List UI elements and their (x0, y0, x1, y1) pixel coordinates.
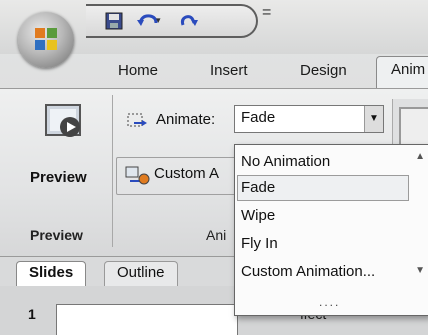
save-icon[interactable] (104, 11, 124, 31)
menu-item-fade[interactable]: Fade (241, 179, 275, 196)
tab-insert[interactable]: Insert (210, 62, 248, 79)
menu-item-custom-animation[interactable]: Custom Animation... (241, 263, 375, 280)
animate-value: Fade (241, 109, 276, 126)
resize-grip[interactable]: .... (319, 295, 340, 309)
menu-item-wipe[interactable]: Wipe (241, 207, 275, 224)
chevron-down-icon[interactable]: ▼ (364, 106, 383, 132)
ribbon-tabs: Home Insert Design Anim (0, 56, 428, 95)
animate-icon (127, 113, 147, 127)
redo-icon[interactable] (178, 11, 200, 31)
menu-item-fly-in[interactable]: Fly In (241, 235, 278, 252)
scroll-up-icon[interactable]: ▲ (415, 151, 425, 162)
custom-animation-label: Custom A (154, 165, 220, 182)
animate-label: Animate: (156, 111, 216, 128)
undo-icon[interactable]: ▾ (136, 11, 162, 31)
preview-icon[interactable] (36, 101, 92, 149)
preview-group-label: Preview (30, 227, 83, 243)
preview-button[interactable]: Preview (30, 169, 87, 186)
slide-number: 1 (28, 306, 36, 322)
menu-item-no-animation[interactable]: No Animation (241, 153, 330, 170)
preview-group: Preview Preview (20, 95, 113, 247)
slide-thumbnail[interactable] (56, 304, 238, 335)
tab-design[interactable]: Design (300, 62, 347, 79)
powerpoint-window: ▾ = Home Insert Design Anim Preview Prev… (0, 0, 428, 335)
scroll-down-icon[interactable]: ▼ (415, 265, 425, 276)
tab-home[interactable]: Home (118, 62, 158, 79)
svg-text:▾: ▾ (156, 15, 161, 25)
quick-access-toolbar: ▾ (86, 4, 258, 38)
customize-qat-button[interactable]: = (262, 4, 271, 22)
office-logo-icon (35, 28, 57, 50)
office-button[interactable] (18, 12, 74, 68)
animations-group-label: Ani (206, 227, 227, 243)
custom-animation-icon (125, 166, 150, 185)
animate-dropdown-menu: No Animation Fade Wipe Fly In Custom Ani… (234, 144, 428, 316)
animate-dropdown[interactable]: Fade ▼ (234, 105, 384, 133)
